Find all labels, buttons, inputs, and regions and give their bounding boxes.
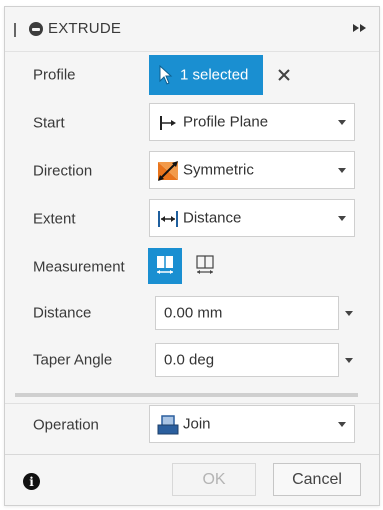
drag-handle-icon[interactable]: [14, 23, 16, 37]
distance-dropdown-arrow-icon[interactable]: [345, 311, 353, 316]
taper-angle-label: Taper Angle: [33, 351, 113, 369]
extent-label: Extent: [33, 210, 76, 228]
dialog-title: EXTRUDE: [48, 20, 122, 37]
cancel-button[interactable]: Cancel: [273, 463, 361, 496]
extrude-dialog: EXTRUDE Profile 1 selected Start Profile…: [4, 6, 380, 506]
measure-one-side-icon: [196, 255, 214, 274]
measurement-option-1-button[interactable]: [148, 248, 182, 284]
start-value: Profile Plane: [183, 113, 269, 131]
clear-selection-icon[interactable]: [275, 66, 293, 84]
taper-angle-row: Taper Angle 0.0 deg: [5, 343, 379, 383]
direction-dropdown[interactable]: Symmetric: [149, 151, 355, 189]
ok-button[interactable]: OK: [172, 463, 256, 496]
distance-value: 0.00 mm: [164, 304, 223, 322]
measurement-row: Measurement: [5, 247, 379, 287]
expand-arrows-icon[interactable]: [351, 21, 369, 35]
section-divider-line: [5, 403, 379, 404]
direction-row: Direction Symmetric: [5, 151, 379, 191]
chevron-down-icon: [338, 168, 346, 173]
profile-select-button[interactable]: 1 selected: [149, 55, 263, 95]
distance-row: Distance 0.00 mm: [5, 296, 379, 336]
operation-row: Operation Join: [5, 405, 379, 445]
extent-value: Distance: [183, 209, 242, 227]
join-icon: [157, 415, 179, 435]
chevron-down-icon: [338, 120, 346, 125]
symmetric-icon: [158, 161, 178, 181]
info-icon[interactable]: i: [23, 473, 40, 490]
start-dropdown[interactable]: Profile Plane: [149, 103, 355, 141]
cursor-arrow-icon: [159, 65, 173, 85]
profile-row: Profile 1 selected: [5, 55, 379, 95]
direction-label: Direction: [33, 162, 93, 180]
operation-value: Join: [183, 415, 211, 433]
extent-row: Extent Distance: [5, 199, 379, 239]
taper-angle-input[interactable]: 0.0 deg: [155, 343, 339, 377]
operation-dropdown[interactable]: Join: [149, 405, 355, 443]
distance-label: Distance: [33, 304, 92, 322]
taper-angle-dropdown-arrow-icon[interactable]: [345, 358, 353, 363]
dialog-title-bar[interactable]: EXTRUDE: [5, 7, 379, 52]
profile-label: Profile: [33, 66, 76, 84]
profile-plane-icon: [160, 116, 176, 130]
start-label: Start: [33, 114, 65, 132]
chevron-down-icon: [338, 216, 346, 221]
dialog-footer: i OK Cancel: [5, 454, 379, 506]
chevron-down-icon: [338, 422, 346, 427]
measurement-option-2-button[interactable]: [188, 248, 222, 284]
section-divider: [15, 393, 358, 397]
profile-selection-count: 1 selected: [180, 66, 249, 84]
operation-label: Operation: [33, 416, 99, 434]
taper-angle-value: 0.0 deg: [164, 351, 215, 369]
measurement-label: Measurement: [33, 258, 125, 276]
start-row: Start Profile Plane: [5, 103, 379, 143]
measure-symmetric-icon: [157, 256, 173, 274]
direction-value: Symmetric: [183, 161, 254, 179]
collapse-circle-icon[interactable]: [29, 22, 43, 36]
distance-icon: [158, 211, 178, 227]
distance-input[interactable]: 0.00 mm: [155, 296, 339, 330]
extent-dropdown[interactable]: Distance: [149, 199, 355, 237]
